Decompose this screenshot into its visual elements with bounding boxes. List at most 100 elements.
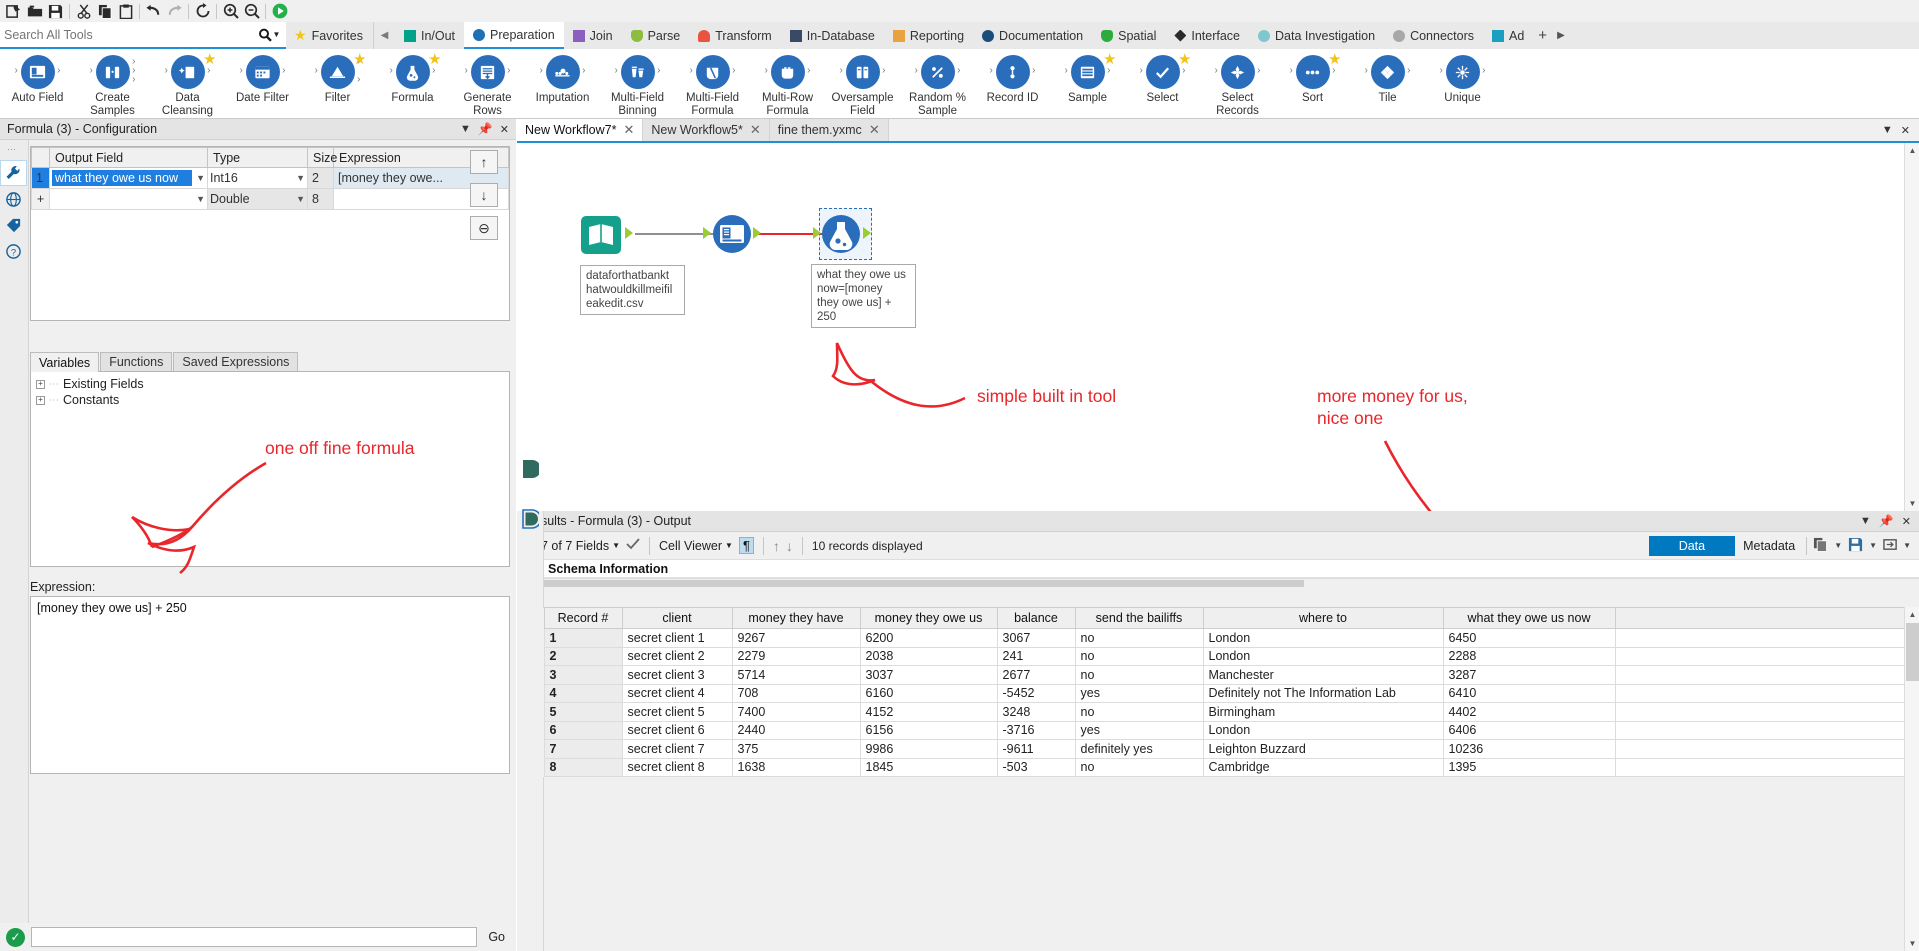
zoom-out-icon[interactable]	[241, 1, 262, 21]
table-row[interactable]: 6 secret client 6 2440 6156 -3716 yes Lo…	[517, 721, 1919, 740]
tab-preparation[interactable]: Preparation	[464, 22, 564, 49]
copy-results-icon[interactable]	[1810, 537, 1831, 555]
scroll-down-icon[interactable]: ▼	[1905, 496, 1919, 511]
input-node-output-anchor[interactable]	[625, 227, 633, 239]
schema-information-row[interactable]: Schema Information	[517, 560, 1919, 578]
tool-sample[interactable]: › › ★ Sample	[1050, 53, 1125, 105]
row-add-button[interactable]: +	[32, 189, 50, 210]
results-vertical-scrollbar[interactable]: ▲ ▼	[1904, 607, 1919, 951]
config-close-button[interactable]: ✕	[500, 123, 509, 136]
scroll-down-icon[interactable]: ▼	[1905, 936, 1919, 951]
tool-data-cleansing[interactable]: › › ★ Data Cleansing	[150, 53, 225, 117]
close-icon[interactable]: ✕	[750, 122, 761, 138]
move-up-button[interactable]: ↑	[470, 150, 498, 174]
search-dropdown-caret[interactable]: ▼	[273, 30, 281, 39]
workflow-canvas[interactable]: dataforthatbankt hatwouldkillmeifil eake…	[517, 141, 1919, 511]
pilcrow-icon[interactable]: ¶	[739, 537, 754, 554]
tool-create-samples[interactable]: › › › › Create Samples	[75, 53, 150, 117]
tool-imputation[interactable]: › › Imputation	[525, 53, 600, 105]
fields-selector[interactable]: 7 of 7 Fields ▼	[541, 539, 620, 553]
rail-drag-handle[interactable]: ⋯	[7, 144, 18, 155]
tab-data-investigation[interactable]: Data Investigation	[1249, 22, 1384, 49]
type-dropdown[interactable]: Double ▼	[210, 192, 305, 206]
close-icon[interactable]: ✕	[623, 122, 634, 138]
tool-date-filter[interactable]: › › Date Filter	[225, 53, 300, 105]
new-workflow-icon[interactable]	[3, 1, 24, 21]
type-cell[interactable]: Int16 ▼	[208, 168, 308, 189]
tool-formula[interactable]: › › ★ Formula	[375, 53, 450, 105]
tab-join[interactable]: Join	[564, 22, 622, 49]
save-workflow-icon[interactable]	[45, 1, 66, 21]
tab-documentation[interactable]: Documentation	[973, 22, 1092, 49]
tool-oversample-field[interactable]: › › Oversample Field	[825, 53, 900, 117]
table-row[interactable]: 4 secret client 4 708 6160 -5452 yes Def…	[517, 684, 1919, 703]
help-icon[interactable]: ?	[0, 238, 27, 264]
results-minimize-button[interactable]: ▼	[1860, 515, 1871, 527]
table-row[interactable]: 1 secret client 1 9267 6200 3067 no Lond…	[517, 629, 1919, 648]
save-results-icon[interactable]	[1845, 537, 1866, 555]
tool-generate-rows[interactable]: › › Generate Rows	[450, 53, 525, 117]
config-minimize-button[interactable]: ▼	[460, 123, 471, 135]
expression-input[interactable]	[30, 596, 510, 774]
config-pin-button[interactable]: 📌	[478, 122, 493, 136]
tool-unique[interactable]: › › Unique	[1425, 53, 1500, 105]
select-node[interactable]	[712, 214, 752, 257]
scroll-thumb[interactable]	[544, 580, 1304, 587]
formula-node-output-anchor[interactable]	[863, 227, 871, 239]
col-send-the-bailiffs[interactable]: send the bailiffs	[1075, 608, 1203, 629]
output-field-cell[interactable]: ▼	[50, 189, 208, 210]
type-cell[interactable]: Double ▼	[208, 189, 308, 210]
tab-transform[interactable]: Transform	[689, 22, 781, 49]
scroll-up-icon[interactable]: ▲	[1905, 143, 1919, 158]
footer-input[interactable]	[31, 927, 477, 947]
workflow-tab-new-workflow5[interactable]: New Workflow5* ✕	[643, 119, 769, 141]
tab-favorites[interactable]: ★ Favorites	[286, 22, 373, 49]
col-money-they-owe-us[interactable]: money they owe us	[860, 608, 997, 629]
move-down-button[interactable]: ↓	[470, 183, 498, 207]
remove-button[interactable]: ⊖	[470, 216, 498, 240]
scroll-up-icon[interactable]: ▲	[1905, 607, 1919, 622]
col-client[interactable]: client	[622, 608, 732, 629]
schema-arrow-icon[interactable]	[522, 459, 539, 482]
results-close-button[interactable]: ✕	[1902, 515, 1911, 528]
tool-record-id[interactable]: › › Record ID	[975, 53, 1050, 105]
cut-icon[interactable]	[73, 1, 94, 21]
size-cell[interactable]: 2	[308, 168, 334, 189]
col-balance[interactable]: balance	[997, 608, 1075, 629]
output-field-cell[interactable]: what they owe us now ▼	[50, 168, 208, 189]
tree-node-existing-fields[interactable]: + ⋯ Existing Fields	[36, 376, 504, 392]
chevron-down-icon[interactable]: ▼	[192, 173, 205, 183]
expand-plus-icon[interactable]: +	[36, 380, 45, 389]
tool-random-sample[interactable]: › › Random % Sample	[900, 53, 975, 117]
tab-in-database[interactable]: In-Database	[781, 22, 884, 49]
search-input[interactable]	[4, 28, 214, 42]
output-field-dropdown[interactable]: ▼	[52, 194, 205, 204]
copy-dropdown-caret[interactable]: ▼	[1831, 541, 1845, 550]
table-row[interactable]: 8 secret client 8 1638 1845 -503 no Camb…	[517, 758, 1919, 777]
globe-icon[interactable]	[0, 186, 27, 212]
tool-filter[interactable]: › › › ★ Filter	[300, 53, 375, 105]
col-where-to[interactable]: where to	[1203, 608, 1443, 629]
tab-parse[interactable]: Parse	[622, 22, 690, 49]
refresh-icon[interactable]	[192, 1, 213, 21]
export-results-icon[interactable]	[1880, 537, 1901, 555]
tag-icon[interactable]	[0, 212, 27, 238]
formula-node-input-anchor[interactable]	[813, 227, 821, 239]
formula-node[interactable]	[821, 214, 861, 257]
tab-reporting[interactable]: Reporting	[884, 22, 973, 49]
go-button[interactable]: Go	[483, 930, 510, 944]
input-data-node[interactable]	[580, 215, 622, 258]
tool-select-records[interactable]: › › Select Records	[1200, 53, 1275, 117]
canvas-minimize-button[interactable]: ▼	[1882, 124, 1893, 136]
results-pin-button[interactable]: 📌	[1879, 514, 1894, 528]
tab-variables[interactable]: Variables	[30, 352, 99, 372]
scroll-thumb[interactable]	[1906, 623, 1919, 681]
add-category-button[interactable]: +	[1533, 22, 1552, 49]
tree-node-constants[interactable]: + ⋯ Constants	[36, 392, 504, 408]
col-money-they-have[interactable]: money they have	[732, 608, 860, 629]
table-row[interactable]: 5 secret client 5 7400 4152 3248 no Birm…	[517, 703, 1919, 722]
chevron-down-icon[interactable]: ▼	[292, 194, 305, 204]
expand-plus-icon[interactable]: +	[36, 396, 45, 405]
chevron-down-icon[interactable]: ▼	[192, 194, 205, 204]
output-field-dropdown[interactable]: what they owe us now ▼	[52, 170, 205, 186]
